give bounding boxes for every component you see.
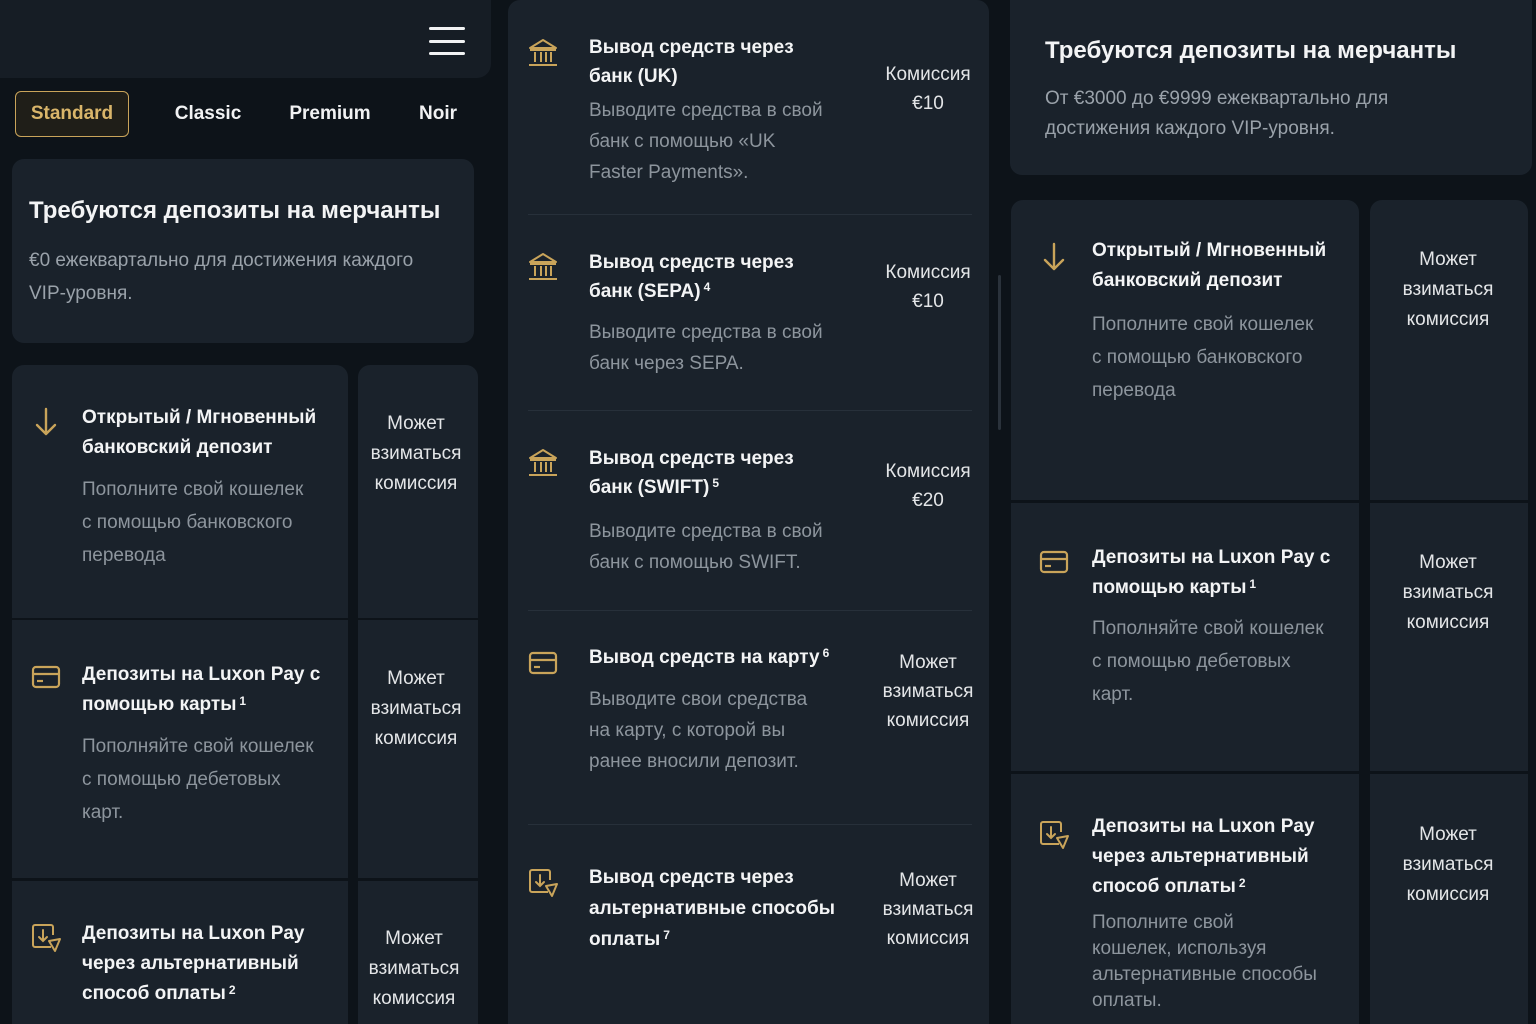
top-bar — [0, 0, 491, 78]
fee-cell: Может взиматься комиссия — [1370, 774, 1528, 1024]
requirement-desc-line2: достижения каждого VIP-уровня. — [1045, 118, 1335, 139]
card-icon — [29, 660, 63, 694]
hamburger-menu-icon[interactable] — [429, 27, 465, 55]
fee-cell: Может взиматься комиссия — [1370, 503, 1528, 771]
tab-standard[interactable]: Standard — [15, 91, 129, 137]
card-icon — [1037, 545, 1071, 579]
requirement-card: Требуются депозиты на мерчанты От €3000 … — [1010, 0, 1532, 175]
withdraw-swift-title: Вывод средств через банк (SWIFT) 5 — [589, 448, 794, 498]
withdraw-card-desc: Выводите свои средства на карту, с которо… — [589, 689, 808, 772]
fee-cell: Может взиматься комиссия — [1370, 200, 1528, 500]
requirement-desc-line2: VIP-уровня. — [29, 283, 133, 304]
alt-payment-icon — [526, 866, 560, 900]
middle-column: Вывод средств через банк (UK) Выводите ср… — [508, 0, 990, 1024]
divider — [528, 824, 972, 825]
withdraw-card-fee: Может взиматься комиссия — [882, 652, 974, 731]
fee-text: Может взиматься комиссия — [370, 413, 462, 494]
withdraw-swift-fee: Комиссия €20 — [885, 461, 971, 511]
withdraw-alt-fee: Может взиматься комиссия — [882, 870, 974, 949]
row-desc: Пополните свой кошелек с помощью банковск… — [1092, 314, 1314, 401]
row-desc: Пополняйте свой кошелек с помощью дебетов… — [1092, 618, 1324, 705]
bank-icon — [526, 446, 560, 480]
bank-icon — [526, 250, 560, 284]
divider — [528, 214, 972, 215]
deposit-row-card: Депозиты на Luxon Pay с помощью карты 1 По… — [1011, 503, 1359, 771]
divider — [528, 610, 972, 611]
fee-text: Может взиматься комиссия — [368, 928, 460, 1009]
row-title: Депозиты на Luxon Pay через альтернативны… — [82, 923, 305, 1004]
tab-noir[interactable]: Noir — [412, 91, 464, 137]
row-title: Открытый / Мгновенный банковский депозит — [82, 407, 317, 458]
row-desc: Пополняйте свой кошелек с помощью дебетов… — [82, 736, 314, 823]
arrow-down-icon — [29, 405, 63, 439]
withdraw-sepa-fee: Комиссия €10 — [885, 262, 971, 312]
requirement-card: Требуются депозиты на мерчанты €0 ежеква… — [12, 159, 474, 343]
deposit-row-alt: Депозиты на Luxon Pay через альтернативны… — [12, 881, 348, 1024]
alt-payment-icon — [29, 921, 63, 955]
row-desc: Пополните свой кошелек, используя альтерна… — [1092, 912, 1317, 1011]
deposit-row-bank: Открытый / Мгновенный банковский депозит … — [1011, 200, 1359, 500]
fee-text: Может взиматься комиссия — [370, 668, 462, 749]
deposit-row-alt: Депозиты на Luxon Pay через альтернативны… — [1011, 774, 1359, 1024]
withdraw-sepa-title: Вывод средств через банк (SEPA) 4 — [589, 252, 794, 302]
withdraw-alt-title: Вывод средств через альтернативные способ… — [589, 867, 835, 950]
row-title: Депозиты на Luxon Pay с помощью карты 1 — [1092, 547, 1331, 598]
row-desc: Пополните свой кошелек с помощью банковск… — [82, 479, 304, 566]
tab-premium[interactable]: Premium — [283, 91, 377, 137]
requirement-desc-line1: От €3000 до €9999 ежеквартально для — [1045, 88, 1389, 109]
right-column: Требуются депозиты на мерчанты От €3000 … — [1008, 0, 1536, 1024]
scrollbar[interactable] — [998, 275, 1001, 430]
fee-cell: Может взиматься комиссия — [358, 365, 478, 618]
withdraw-uk-title: Вывод средств через банк (UK) — [589, 37, 794, 87]
left-column: Standard Classic Premium Noir Требуются … — [0, 0, 492, 1024]
bank-icon — [526, 36, 560, 70]
fee-cell: Может взиматься комиссия — [358, 620, 478, 878]
fee-text: Может взиматься комиссия — [1402, 249, 1494, 330]
tab-classic[interactable]: Classic — [165, 91, 251, 137]
divider — [528, 410, 972, 411]
requirement-title: Требуются депозиты на мерчанты — [29, 197, 441, 224]
requirement-desc-line1: €0 ежеквартально для достижения каждого — [29, 250, 414, 271]
withdraw-uk-fee: Комиссия €10 — [885, 64, 971, 114]
withdraw-swift-desc: Выводите средства в свой банк с помощью S… — [589, 521, 823, 573]
withdraw-sepa-desc: Выводите средства в свой банк через SEPA. — [589, 322, 823, 374]
withdraw-card-title: Вывод средств на карту 6 — [589, 646, 830, 668]
deposit-row-bank: Открытый / Мгновенный банковский депозит … — [12, 365, 348, 618]
row-title: Открытый / Мгновенный банковский депозит — [1092, 240, 1327, 291]
alt-payment-icon — [1037, 818, 1071, 852]
withdraw-uk-desc: Выводите средства в свой банк с помощью «… — [589, 100, 823, 183]
requirement-title: Требуются депозиты на мерчанты — [1045, 37, 1457, 64]
fee-cell: Может взиматься комиссия — [358, 881, 478, 1024]
fee-text: Может взиматься комиссия — [1402, 824, 1494, 905]
row-title: Депозиты на Luxon Pay с помощью карты 1 — [82, 664, 321, 715]
row-title: Депозиты на Luxon Pay через альтернативны… — [1092, 816, 1315, 897]
deposit-row-card: Депозиты на Luxon Pay с помощью карты 1 По… — [12, 620, 348, 878]
tier-tabs: Standard Classic Premium Noir — [15, 91, 485, 137]
fee-text: Может взиматься комиссия — [1402, 552, 1494, 633]
card-icon — [526, 646, 560, 680]
arrow-down-icon — [1037, 240, 1071, 274]
